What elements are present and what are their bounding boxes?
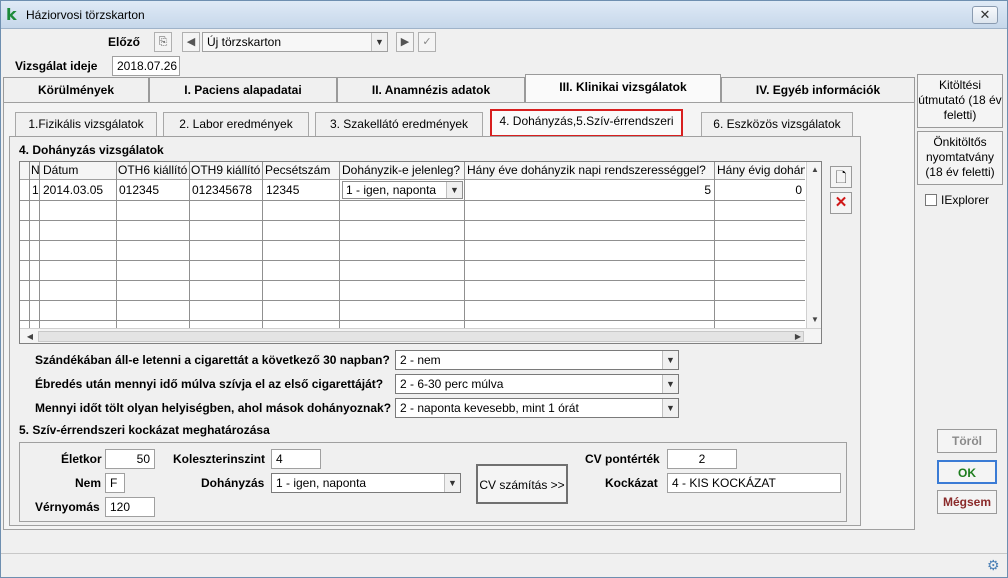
subtab-dohanyzas-sziv[interactable]: 4. Dohányzás,5.Szív-érrendszeri xyxy=(490,109,683,137)
previous-label: Előző xyxy=(108,35,140,49)
cv-smoking-value: 1 - igen, naponta xyxy=(276,476,367,490)
col-header-pecsetszam: Pecsétszám xyxy=(265,163,331,177)
smoking-table[interactable]: N Dátum OTH6 kiállító OTH9 kiállító Pecs… xyxy=(19,161,822,344)
row-oth9[interactable]: 012345678 xyxy=(192,183,252,197)
cv-score-label: CV pontérték xyxy=(585,452,660,466)
row-smokes-select[interactable]: 1 - igen, naponta ▼ xyxy=(342,181,463,199)
question-wakeup-label: Ébredés után mennyi idő múlva szívja el … xyxy=(35,377,384,391)
question-quit-select[interactable]: 2 - nem ▼ xyxy=(395,350,679,370)
delete-row-icon[interactable]: ✕ xyxy=(830,192,852,214)
col-header-oth6: OTH6 kiállító xyxy=(118,163,188,177)
col-header-years-smoked: Hány évig dohán xyxy=(717,163,805,177)
risk-field[interactable]: 4 - KIS KOCKÁZAT xyxy=(667,473,841,493)
status-bar: ⚙ xyxy=(1,553,1007,577)
table-horizontal-scrollbar[interactable]: ◀ ▶ xyxy=(20,328,821,343)
cancel-button[interactable]: Mégsem xyxy=(937,490,997,514)
chevron-down-icon: ▼ xyxy=(446,182,462,198)
prev-record-icon[interactable]: ◀ xyxy=(182,32,200,52)
app-icon: k xyxy=(6,5,17,24)
close-button[interactable]: ✕ xyxy=(972,6,998,24)
subtab-labor[interactable]: 2. Labor eredmények xyxy=(163,112,309,136)
tab-egyeb-informaciok[interactable]: IV. Egyéb információk xyxy=(721,77,915,103)
sex-field[interactable]: F xyxy=(105,473,125,493)
chevron-down-icon: ▼ xyxy=(444,474,460,492)
age-label: Életkor xyxy=(61,452,102,466)
cv-score-field[interactable]: 2 xyxy=(667,449,737,469)
window-title: Háziorvosi törzskarton xyxy=(26,8,145,22)
smoking-section-title: 4. Dohányzás vizsgálatok xyxy=(19,143,164,157)
guide-button[interactable]: Kitöltési útmutató (18 év feletti) xyxy=(917,74,1003,128)
question-quit-value: 2 - nem xyxy=(400,353,441,367)
row-oth6[interactable]: 012345 xyxy=(119,183,159,197)
chevron-down-icon: ▼ xyxy=(371,33,387,51)
next-record-icon[interactable]: ▶ xyxy=(396,32,414,52)
subtab-eszkozos[interactable]: 6. Eszközös vizsgálatok xyxy=(701,112,853,136)
tab-korulmenyek[interactable]: Körülmények xyxy=(3,77,149,103)
record-select[interactable]: Új törzskarton ▼ xyxy=(202,32,388,52)
delete-button[interactable]: Töröl xyxy=(937,429,997,453)
cv-calculate-button[interactable]: CV számítás >> xyxy=(476,464,568,504)
chevron-down-icon: ▼ xyxy=(662,351,678,369)
main-window: k Háziorvosi törzskarton ✕ Előző ⎘ ◀ Új … xyxy=(0,0,1008,578)
risk-label: Kockázat xyxy=(605,476,658,490)
cv-smoking-label: Dohányzás xyxy=(201,476,265,490)
question-passive-value: 2 - naponta kevesebb, mint 1 órát xyxy=(400,401,579,415)
export-icon[interactable]: ⎘ xyxy=(154,32,172,52)
tab-anamnezis[interactable]: II. Anamnézis adatok xyxy=(337,77,525,103)
col-header-n: N xyxy=(31,163,40,177)
scroll-up-icon[interactable]: ▲ xyxy=(807,162,821,178)
table-vertical-scrollbar[interactable]: ▲ ▼ xyxy=(806,162,821,328)
scroll-left-icon[interactable]: ◀ xyxy=(22,329,38,343)
row-stamp[interactable]: 12345 xyxy=(266,183,299,197)
col-header-years-daily: Hány éve dohányzik napi rendszerességgel… xyxy=(467,163,706,177)
title-bar: k Háziorvosi törzskarton ✕ xyxy=(1,1,1007,29)
scroll-right-icon[interactable]: ▶ xyxy=(790,329,806,343)
check-icon[interactable]: ✓ xyxy=(418,32,436,52)
tab-klinikai-vizsgalatok[interactable]: III. Klinikai vizsgálatok xyxy=(525,74,721,103)
question-passive-select[interactable]: 2 - naponta kevesebb, mint 1 órát ▼ xyxy=(395,398,679,418)
blood-pressure-field[interactable]: 120 xyxy=(105,497,155,517)
tab-paciens-alapadatai[interactable]: I. Paciens alapadatai xyxy=(149,77,337,103)
cholesterol-field[interactable]: 4 xyxy=(271,449,321,469)
question-wakeup-value: 2 - 6-30 perc múlva xyxy=(400,377,504,391)
subtab-fizikalis[interactable]: 1.Fizikális vizsgálatok xyxy=(15,112,157,136)
age-field[interactable]: 50 xyxy=(105,449,155,469)
blood-pressure-label: Vérnyomás xyxy=(35,500,100,514)
row-n: 1 xyxy=(32,183,39,197)
col-header-oth9: OTH9 kiállító xyxy=(191,163,261,177)
record-select-value: Új törzskarton xyxy=(207,35,282,49)
chevron-down-icon: ▼ xyxy=(662,399,678,417)
ok-button[interactable]: OK xyxy=(937,460,997,484)
iexplorer-checkbox[interactable] xyxy=(925,194,937,206)
cv-smoking-select[interactable]: 1 - igen, naponta ▼ xyxy=(271,473,461,493)
gear-icon: ⚙ xyxy=(987,557,1000,573)
question-quit-label: Szándékában áll-e letenni a cigarettát a… xyxy=(35,353,390,367)
row-smokes-value: 1 - igen, naponta xyxy=(346,183,437,197)
row-years-smoked[interactable]: 0 xyxy=(717,183,802,197)
iexplorer-label: IExplorer xyxy=(941,193,990,207)
chevron-down-icon: ▼ xyxy=(662,375,678,393)
self-fill-form-button[interactable]: Önkitöltős nyomtatvány (18 év feletti) xyxy=(917,131,1003,185)
sex-label: Nem xyxy=(75,476,102,490)
cv-section-title: 5. Szív-érrendszeri kockázat meghatározá… xyxy=(19,423,270,437)
col-header-dohanyzik: Dohányzik-e jelenleg? xyxy=(342,163,461,177)
new-row-icon[interactable]: 🗋 xyxy=(830,166,852,188)
row-date[interactable]: 2014.03.05 xyxy=(43,183,103,197)
row-years-daily[interactable]: 5 xyxy=(467,183,711,197)
question-passive-label: Mennyi időt tölt olyan helyiségben, ahol… xyxy=(35,401,392,415)
exam-date-label: Vizsgálat ideje xyxy=(15,59,98,73)
scroll-down-icon[interactable]: ▼ xyxy=(807,312,821,328)
scroll-thumb[interactable] xyxy=(38,331,804,342)
subtab-szakellato[interactable]: 3. Szakellátó eredmények xyxy=(315,112,483,136)
exam-date-field[interactable]: 2018.07.26 xyxy=(112,56,180,76)
question-wakeup-select[interactable]: 2 - 6-30 perc múlva ▼ xyxy=(395,374,679,394)
cholesterol-label: Koleszterinszint xyxy=(173,452,266,466)
col-header-datum: Dátum xyxy=(43,163,79,177)
